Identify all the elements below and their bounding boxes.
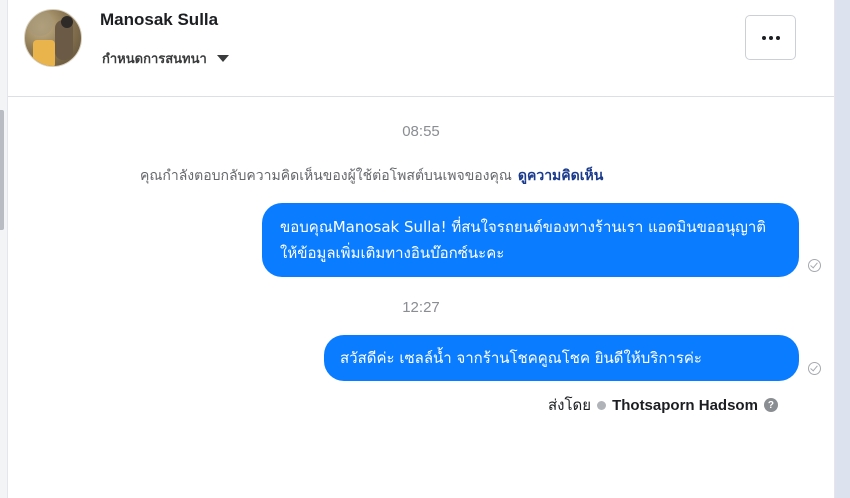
- conversation-settings-label: กำหนดการสนทนา: [102, 52, 207, 67]
- sent-status-icon: [808, 259, 821, 272]
- sent-by-info: ส่งโดย Thotsaporn Hadsom ?: [548, 393, 778, 417]
- check-circle-icon: [597, 400, 607, 410]
- conversation-header: Manosak Sulla กำหนดการสนทนา: [8, 0, 834, 97]
- sender-name[interactable]: Thotsaporn Hadsom: [612, 397, 758, 414]
- avatar-photo-part: [61, 16, 73, 28]
- avatar-photo-part: [27, 10, 53, 36]
- timestamp: 08:55: [402, 123, 440, 140]
- more-options-button[interactable]: [745, 15, 796, 60]
- conversation-settings-dropdown[interactable]: กำหนดการสนทนา: [102, 48, 229, 69]
- avatar-photo-part: [33, 40, 55, 66]
- sent-by-label: ส่งโดย: [548, 396, 592, 414]
- view-comment-link[interactable]: ดูความคิดเห็น: [518, 168, 603, 184]
- outgoing-message[interactable]: สวัสดีค่ะ เซลล์น้ำ จากร้านโชคคูณโชค ยินด…: [324, 335, 799, 381]
- reply-context-notice: คุณกำลังตอบกลับความคิดเห็นของผู้ใช้ต่อโพ…: [140, 165, 603, 187]
- timestamp: 12:27: [402, 299, 440, 316]
- outgoing-message[interactable]: ขอบคุณManosak Sulla! ที่สนใจรถยนต์ของทาง…: [262, 203, 799, 277]
- messenger-conversation-panel: Manosak Sulla กำหนดการสนทนา 08:55 คุณกำล…: [0, 0, 850, 498]
- avatar[interactable]: [24, 9, 82, 67]
- contact-name[interactable]: Manosak Sulla: [100, 10, 218, 30]
- help-icon[interactable]: ?: [763, 398, 778, 412]
- notice-text: คุณกำลังตอบกลับความคิดเห็นของผู้ใช้ต่อโพ…: [140, 168, 512, 184]
- left-panel-edge: [0, 0, 8, 498]
- right-panel-edge: [835, 0, 850, 498]
- resize-handle[interactable]: [0, 110, 4, 230]
- caret-down-icon: [216, 55, 229, 62]
- sent-status-icon: [808, 362, 821, 375]
- more-icon: [761, 35, 780, 40]
